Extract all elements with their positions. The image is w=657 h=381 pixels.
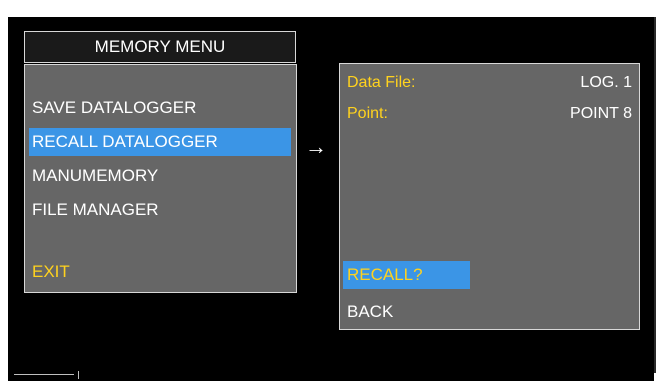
back-button[interactable]: BACK bbox=[343, 298, 393, 326]
menu-item-exit[interactable]: EXIT bbox=[29, 258, 70, 286]
arrow-right-icon: → bbox=[305, 134, 327, 159]
recall-detail-panel: Data File: LOG. 1 Point: POINT 8 RECALL?… bbox=[339, 63, 640, 330]
data-file-label: Data File: bbox=[347, 74, 416, 91]
memory-menu-panel: SAVE DATALOGGER RECALL DATALOGGER MANUME… bbox=[24, 64, 297, 293]
status-line bbox=[14, 374, 74, 375]
device-frame: MEMORY MENU SAVE DATALOGGER RECALL DATAL… bbox=[0, 0, 657, 381]
recall-button[interactable]: RECALL? bbox=[343, 261, 470, 289]
menu-item-manumemory[interactable]: MANUMEMORY bbox=[29, 162, 158, 190]
point-label: Point: bbox=[347, 105, 388, 122]
bottom-status-bar bbox=[8, 371, 654, 381]
menu-item-save-datalogger[interactable]: SAVE DATALOGGER bbox=[29, 94, 196, 122]
memory-menu-title: MEMORY MENU bbox=[24, 31, 296, 63]
menu-item-recall-datalogger[interactable]: RECALL DATALOGGER bbox=[29, 128, 291, 156]
point-value[interactable]: POINT 8 bbox=[570, 102, 632, 126]
data-file-value[interactable]: LOG. 1 bbox=[580, 71, 632, 95]
point-row: Point: POINT 8 bbox=[347, 102, 632, 126]
menu-item-file-manager[interactable]: FILE MANAGER bbox=[29, 196, 159, 224]
status-tick bbox=[78, 371, 79, 379]
data-file-row: Data File: LOG. 1 bbox=[347, 71, 632, 95]
